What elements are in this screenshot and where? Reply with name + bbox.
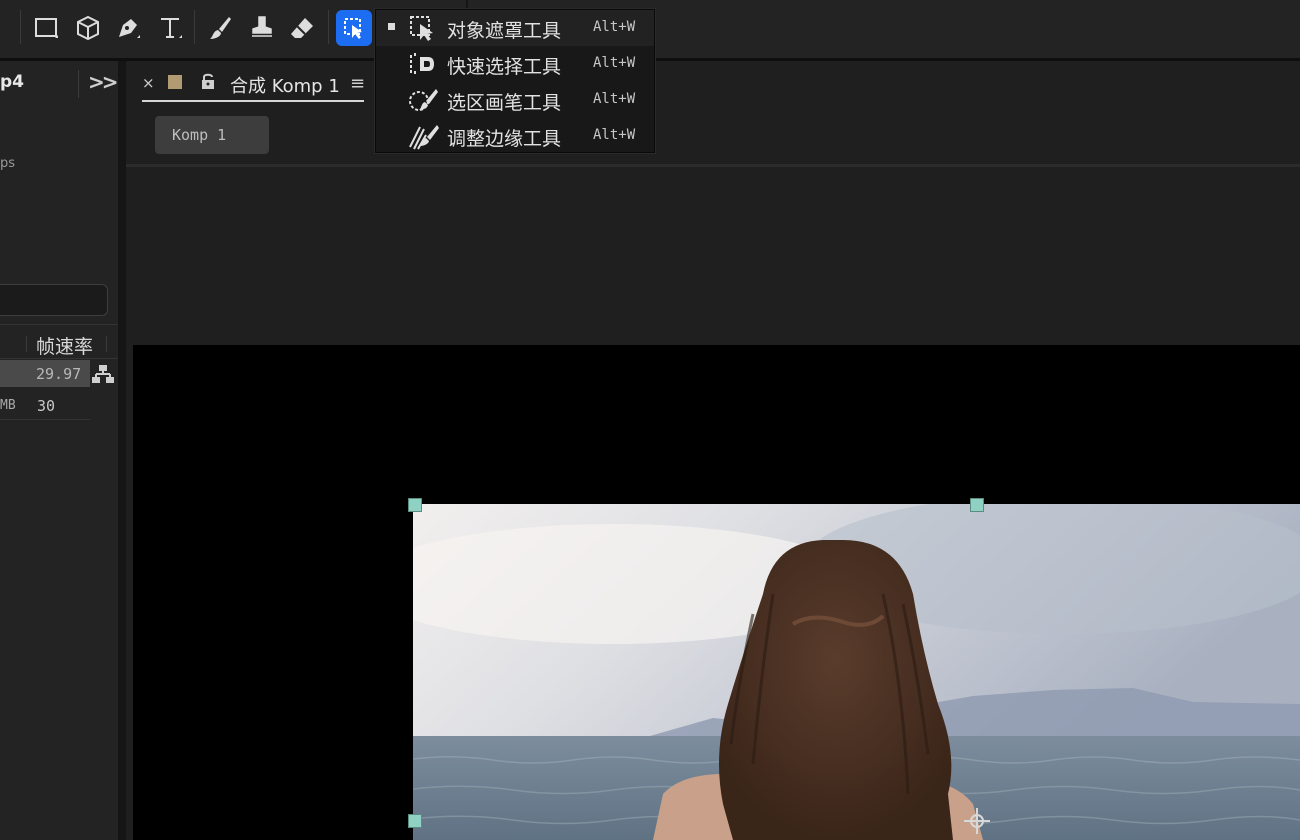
roto-tools-flyout-menu: 对象遮罩工具 Alt+W 快速选择工具 Alt+W 选区画笔工具 Alt+W 调… [375,9,655,153]
column-header-border [0,358,118,359]
3d-cube-tool[interactable] [70,10,106,46]
rectangle-icon [35,18,58,38]
menu-item-object-mask[interactable]: 对象遮罩工具 Alt+W [376,10,654,46]
quick-select-icon [410,53,434,75]
frame-rate-value: 30 [37,397,56,415]
pen-tool[interactable] [110,10,146,46]
footage-image [413,504,1300,840]
clone-stamp-tool[interactable] [244,10,280,46]
object-mask-icon [410,16,433,41]
toolbar-separator [20,10,21,44]
transform-handle-middle-left[interactable] [408,814,422,828]
project-search-input[interactable] [0,284,108,316]
composition-tab-label[interactable]: 合成 Komp 1 [230,72,340,98]
project-item-name: p4 [0,72,24,92]
menu-item-refine-edge[interactable]: 调整边缘工具 Alt+W [376,118,654,154]
footage-layer[interactable] [413,504,1300,840]
toolbar-separator [328,10,329,44]
refine-edge-icon [409,125,439,150]
frame-rate-value: 29.97 [36,365,82,383]
roto-brush-tool[interactable] [336,10,372,46]
transform-handle-top-left[interactable] [408,498,422,512]
menu-item-selection-brush[interactable]: 选区画笔工具 Alt+W [376,82,654,118]
menu-item-quick-select[interactable]: 快速选择工具 Alt+W [376,46,654,82]
cube-icon [77,15,99,41]
panel-menu-icon[interactable]: ≡ [350,73,365,94]
selection-brush-icon [409,89,438,111]
selected-bullet-icon [388,23,395,30]
transform-handle-top-center[interactable] [970,498,984,512]
panel-header-separator [78,70,79,98]
rectangle-tool[interactable] [28,10,64,46]
toolbar-separator [194,10,195,44]
roto-brush-icon [344,18,362,39]
project-info-text: ps [0,156,16,171]
column-header-frame-rate[interactable]: 帧速率 [36,332,93,359]
composition-breadcrumb-button[interactable]: Komp 1 [155,116,269,154]
partial-tool-icon[interactable] [0,10,10,46]
anchor-point-icon[interactable] [962,806,992,836]
column-separator[interactable] [106,336,107,352]
panel-gutter[interactable] [118,61,126,840]
column-separator[interactable] [26,336,27,352]
eraser-icon [291,18,313,38]
label-color-swatch[interactable] [168,75,182,89]
active-tab-indicator [142,100,364,102]
chevrons-right-icon[interactable]: >> [88,70,118,94]
file-size-value: MB [0,398,16,413]
stamp-icon [252,16,272,37]
eraser-tool[interactable] [284,10,320,46]
text-icon [161,18,182,38]
pen-icon [119,19,140,38]
type-tool[interactable] [152,10,188,46]
flowchart-icon[interactable] [91,363,115,385]
column-header-border [0,324,118,325]
row-divider [0,419,90,420]
unlock-icon[interactable] [200,72,216,90]
brush-tool[interactable] [202,10,238,46]
panel-divider [126,164,1300,167]
close-tab-button[interactable]: × [142,74,155,92]
brush-icon [210,17,231,39]
project-panel [0,61,118,840]
